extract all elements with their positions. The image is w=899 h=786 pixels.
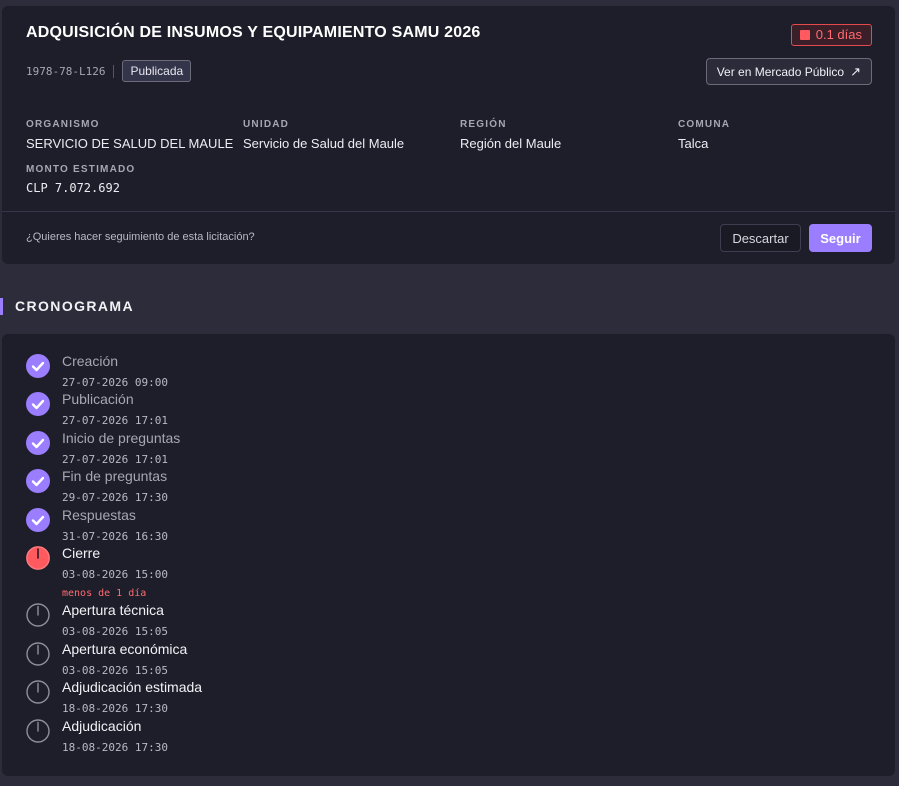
clock-icon (26, 603, 50, 627)
timeline-item-name: Adjudicación (62, 718, 142, 734)
clock-icon (26, 680, 50, 704)
tender-title: ADQUISICIÓN DE INSUMOS Y EQUIPAMIENTO SA… (26, 24, 481, 41)
clock-icon (26, 642, 50, 666)
timeline-item-date: 27-07-2026 09:00 (62, 376, 168, 389)
field-unidad: UNIDAD Servicio de Salud del Maule (243, 119, 404, 151)
timeline-item-date: 31-07-2026 16:30 (62, 530, 168, 543)
timeline-item-name: Publicación (62, 391, 134, 407)
field-region: REGIÓN Región del Maule (460, 119, 561, 151)
timeline-item-date: 27-07-2026 17:01 (62, 414, 168, 427)
open-mercado-publico-button[interactable]: Ver en Mercado Público ↗ (705, 58, 872, 85)
days-remaining-text: 0.1 días (815, 27, 862, 42)
status-badge: Publicada (122, 60, 192, 82)
timeline-item-name: Apertura económica (62, 641, 188, 657)
check-circle-icon (26, 392, 50, 416)
timeline-item-date: 18-08-2026 17:30 (62, 702, 168, 715)
field-label: ORGANISMO (26, 119, 100, 130)
timeline-item-name: Inicio de preguntas (62, 430, 181, 446)
field-value: Región del Maule (460, 136, 562, 151)
timeline-item-name: Creación (62, 353, 119, 369)
timeline-item-date: 18-08-2026 17:30 (62, 741, 168, 754)
field-organismo: ORGANISMO SERVICIO DE SALUD DEL MAULE (26, 119, 233, 151)
timeline-item-date: 27-07-2026 17:01 (62, 453, 168, 466)
clock-icon (26, 719, 50, 743)
section-title-cronograma: CRONOGRAMA (15, 298, 134, 314)
follow-question: ¿Quieres hacer seguimiento de esta licit… (26, 231, 255, 243)
check-circle-icon (26, 431, 50, 455)
alert-square-icon (799, 30, 810, 40)
follow-button[interactable]: Seguir (809, 224, 872, 252)
field-comuna: COMUNA Talca (678, 119, 730, 151)
tender-meta: 1978-78-L126 Publicada (26, 60, 192, 82)
header-divider (2, 211, 895, 212)
meta-separator (113, 64, 115, 78)
field-label: UNIDAD (243, 119, 290, 130)
field-monto: MONTO ESTIMADO CLP 7.072.692 (26, 164, 135, 195)
field-label: REGIÓN (460, 119, 507, 130)
field-value: SERVICIO DE SALUD DEL MAULE (26, 136, 234, 151)
check-circle-icon (26, 508, 50, 532)
clock-alert-icon (26, 546, 50, 570)
check-circle-icon (26, 469, 50, 493)
timeline-item-date: 03-08-2026 15:05 (62, 664, 168, 677)
field-label: MONTO ESTIMADO (26, 164, 136, 175)
timeline-item-date: 03-08-2026 15:00 (62, 568, 168, 581)
timeline-item-name: Fin de preguntas (62, 468, 168, 484)
timeline-item-name: Respuestas (62, 507, 136, 523)
timeline-item-date: 03-08-2026 15:05 (62, 625, 168, 638)
discard-button[interactable]: Descartar (720, 224, 801, 252)
timeline-card: Creación 27-07-2026 09:00 Publicación 27-07… (2, 334, 895, 776)
timeline-item-name: Adjudicación estimada (62, 679, 203, 695)
field-label: COMUNA (678, 119, 731, 130)
days-remaining-badge: 0.1 días (790, 24, 872, 46)
tender-code: 1978-78-L126 (26, 64, 106, 78)
timeline-item-name: Apertura técnica (62, 602, 164, 618)
timeline-item-name: Cierre (62, 545, 101, 561)
timeline-item-warning: menos de 1 día (62, 588, 147, 599)
section-accent-bar (0, 298, 3, 315)
open-mercado-publico-label: Ver en Mercado Público (716, 64, 845, 79)
timeline-item-date: 29-07-2026 17:30 (62, 491, 168, 504)
field-value: Servicio de Salud del Maule (243, 136, 405, 151)
tender-header-card: ADQUISICIÓN DE INSUMOS Y EQUIPAMIENTO SA… (2, 6, 895, 264)
external-link-icon: ↗ (850, 63, 861, 79)
check-circle-icon (26, 354, 50, 378)
field-value: Talca (678, 136, 709, 151)
field-value: CLP 7.072.692 (26, 181, 120, 195)
